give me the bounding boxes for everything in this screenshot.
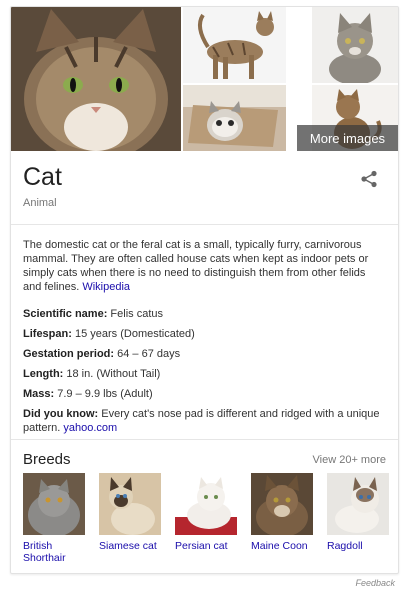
breed-british-shorthair[interactable]: British Shorthair: [23, 473, 85, 564]
breed-label[interactable]: Maine Coon: [251, 540, 313, 552]
breed-maine-coon[interactable]: Maine Coon: [251, 473, 313, 552]
breed-label[interactable]: Persian cat: [175, 540, 237, 552]
fact-scientific-name: Scientific name: Felis catus: [23, 307, 388, 321]
fact-label: Gestation period:: [23, 348, 115, 360]
breed-persian-cat[interactable]: Persian cat: [175, 473, 237, 552]
fact-value: Felis catus: [110, 308, 163, 320]
knowledge-panel: More images Cat Animal The domestic cat …: [10, 6, 399, 574]
breed-siamese-cat[interactable]: Siamese cat: [99, 473, 161, 552]
breed-image: [175, 473, 237, 535]
feedback-link[interactable]: Feedback: [355, 578, 395, 588]
description-text: The domestic cat or the feral cat is a s…: [23, 239, 369, 293]
breed-image: [23, 473, 85, 535]
gallery-image-2[interactable]: [183, 7, 286, 83]
description: The domestic cat or the feral cat is a s…: [23, 238, 386, 294]
fact-value: 18 in. (Without Tail): [66, 368, 161, 380]
facts-list: Scientific name: Felis catus Lifespan: 1…: [23, 307, 388, 441]
entity-title: Cat: [23, 163, 62, 191]
breed-image: [99, 473, 161, 535]
fact-label: Scientific name:: [23, 308, 108, 320]
breed-label[interactable]: British Shorthair: [23, 540, 85, 564]
fact-mass: Mass: 7.9 – 9.9 lbs (Adult): [23, 387, 388, 401]
fact-label: Mass:: [23, 388, 55, 400]
view-more-breeds-link[interactable]: View 20+ more: [313, 454, 386, 466]
fact-lifespan: Lifespan: 15 years (Domesticated): [23, 327, 388, 341]
gallery-image-3[interactable]: [183, 85, 286, 151]
more-images-button[interactable]: More images: [297, 125, 398, 151]
breed-ragdoll[interactable]: Ragdoll: [327, 473, 389, 552]
breed-image: [327, 473, 389, 535]
fact-label: Did you know:: [23, 408, 99, 420]
gallery-image-4[interactable]: [312, 7, 398, 83]
share-icon[interactable]: [360, 170, 378, 188]
divider: [11, 224, 398, 225]
breeds-heading: Breeds: [23, 451, 71, 468]
gallery-main-image[interactable]: [11, 7, 181, 151]
yahoo-link[interactable]: yahoo.com: [63, 422, 117, 434]
fact-did-you-know: Did you know: Every cat's nose pad is di…: [23, 407, 388, 435]
entity-subtitle: Animal: [23, 197, 57, 209]
breed-label[interactable]: Ragdoll: [327, 540, 389, 552]
fact-length: Length: 18 in. (Without Tail): [23, 367, 388, 381]
breed-image: [251, 473, 313, 535]
fact-value: 15 years (Domesticated): [74, 328, 195, 340]
divider: [11, 439, 398, 440]
wikipedia-link[interactable]: Wikipedia: [82, 281, 130, 293]
fact-label: Length:: [23, 368, 64, 380]
fact-label: Lifespan:: [23, 328, 72, 340]
fact-gestation-period: Gestation period: 64 – 67 days: [23, 347, 388, 361]
breeds-carousel: British Shorthair Siamese cat Persian ca…: [23, 473, 393, 564]
breed-label[interactable]: Siamese cat: [99, 540, 161, 552]
fact-value: 64 – 67 days: [117, 348, 181, 360]
fact-value: 7.9 – 9.9 lbs (Adult): [57, 388, 153, 400]
